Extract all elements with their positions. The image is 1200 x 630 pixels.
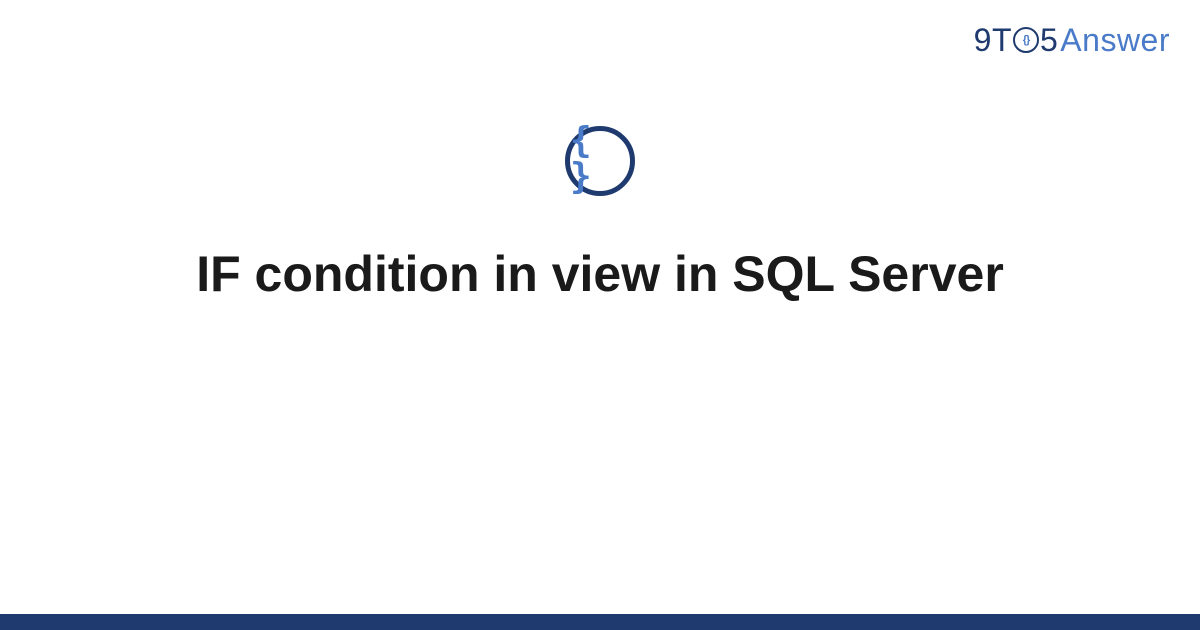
- main-content: { } IF condition in view in SQL Server: [0, 126, 1200, 304]
- site-header: 9T {} 5 Answer: [974, 22, 1170, 59]
- footer-accent-bar: [0, 614, 1200, 630]
- logo-clock-icon: {}: [1013, 27, 1039, 53]
- page-title: IF condition in view in SQL Server: [156, 244, 1044, 304]
- logo-text-answer: Answer: [1060, 22, 1170, 59]
- logo-clock-inner: {}: [1023, 34, 1030, 46]
- topic-icon-circle: { }: [565, 126, 635, 196]
- logo-text-9t: 9T: [974, 22, 1012, 59]
- site-logo[interactable]: 9T {} 5 Answer: [974, 22, 1170, 59]
- code-braces-icon: { }: [570, 123, 630, 195]
- logo-text-5: 5: [1040, 22, 1058, 59]
